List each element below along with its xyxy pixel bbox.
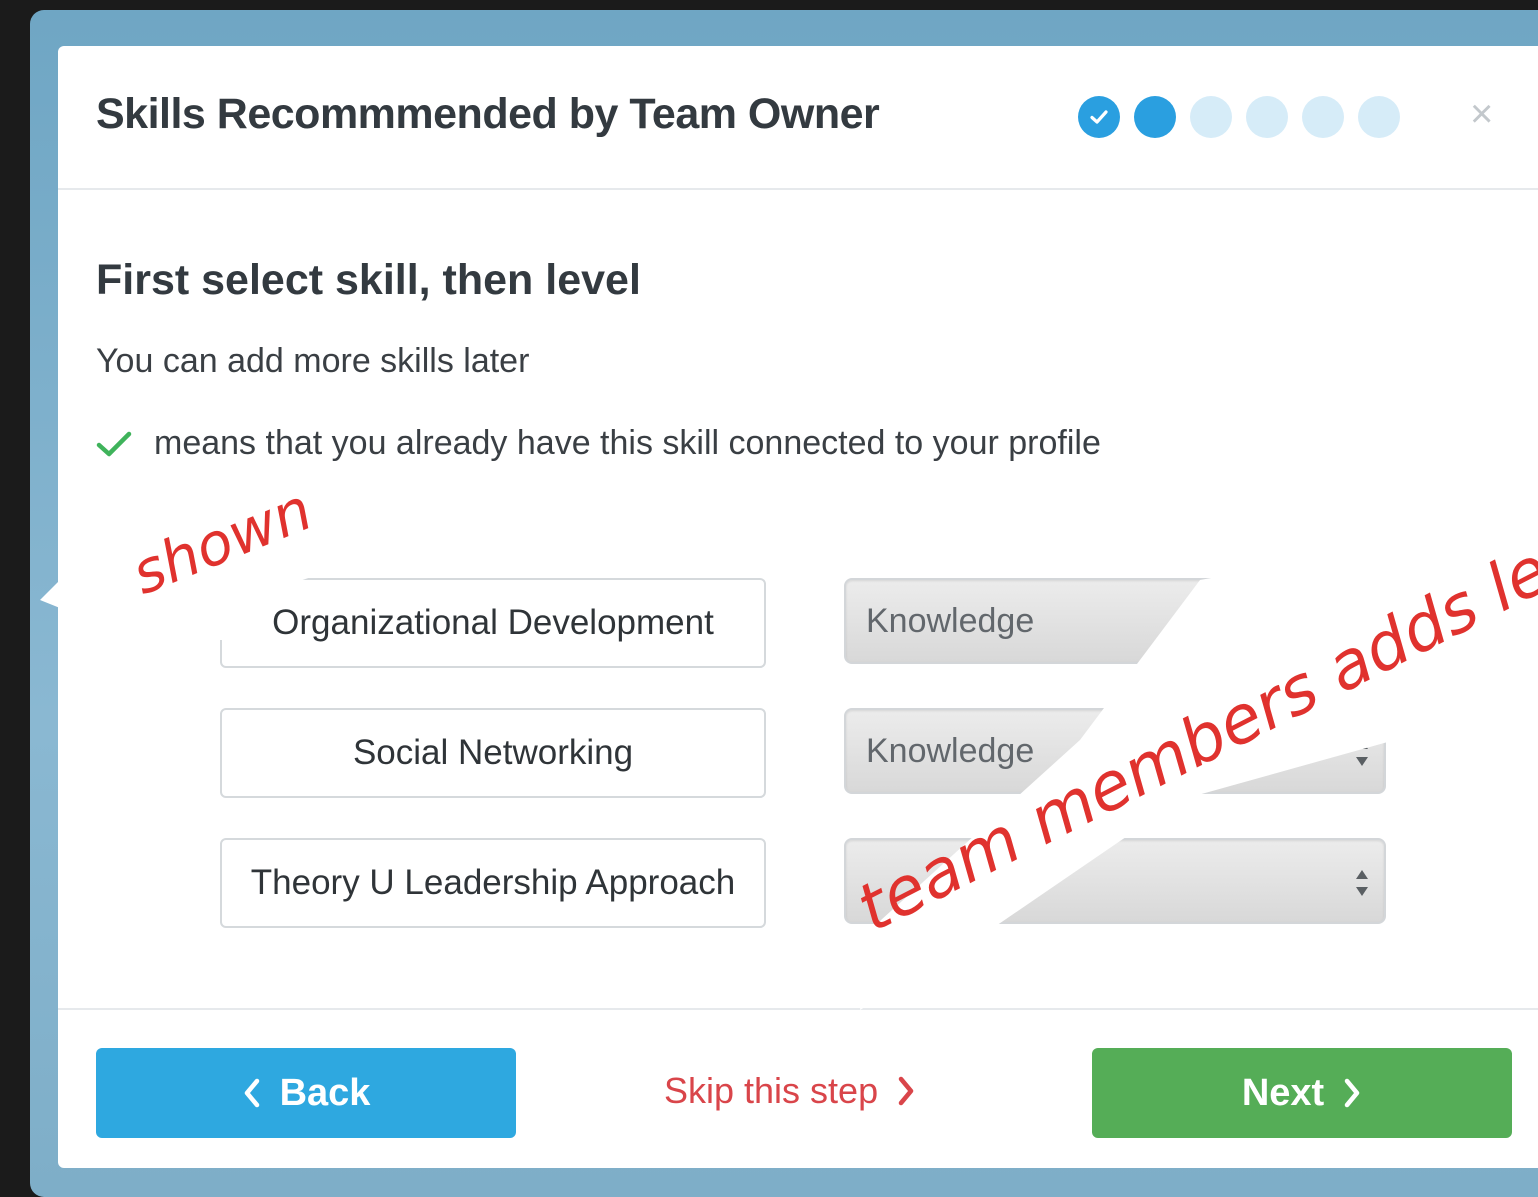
chevron-right-icon [1344,1078,1360,1108]
close-icon[interactable]: × [1470,94,1493,134]
skip-step-link[interactable]: Skip this step [664,1070,916,1112]
body-heading: First select skill, then level [96,256,641,304]
step-5-dot [1302,96,1344,138]
legend-text: means that you already have this skill c… [154,424,1101,462]
skill-button[interactable]: Theory U Leadership Approach [220,838,766,928]
level-value: Knowledge [866,601,1035,640]
step-3-dot [1190,96,1232,138]
back-label: Back [279,1071,371,1114]
select-arrows-icon [1356,740,1368,766]
next-label: Next [1241,1071,1325,1114]
step-1-check-icon [1078,96,1120,138]
skill-row: Organizational Development Knowledge [220,578,1390,668]
next-button[interactable]: Next [1092,1048,1512,1138]
modal-title: Skills Recommmended by Team Owner [96,90,880,138]
skill-button[interactable]: Organizational Development [220,578,766,668]
step-2-dot [1134,96,1176,138]
select-arrows-icon [1356,870,1368,896]
step-6-dot [1358,96,1400,138]
skill-button[interactable]: Social Networking [220,708,766,798]
step-4-dot [1246,96,1288,138]
skills-modal: Skills Recommmended by Team Owner × Firs… [58,46,1538,1168]
chevron-right-icon [898,1076,914,1106]
modal-footer: Back Skip this step Next [58,1008,1538,1168]
step-indicator [1078,96,1400,138]
modal-header: Skills Recommmended by Team Owner × [58,46,1538,190]
skill-row: Theory U Leadership Approach [220,838,1390,928]
skip-label: Skip this step [664,1070,879,1111]
back-button[interactable]: Back [96,1048,516,1138]
legend: means that you already have this skill c… [96,424,1101,463]
chevron-left-icon [244,1078,259,1108]
green-check-icon [96,431,132,456]
body-subheading: You can add more skills later [96,342,530,380]
level-value: Knowledge [866,731,1035,770]
